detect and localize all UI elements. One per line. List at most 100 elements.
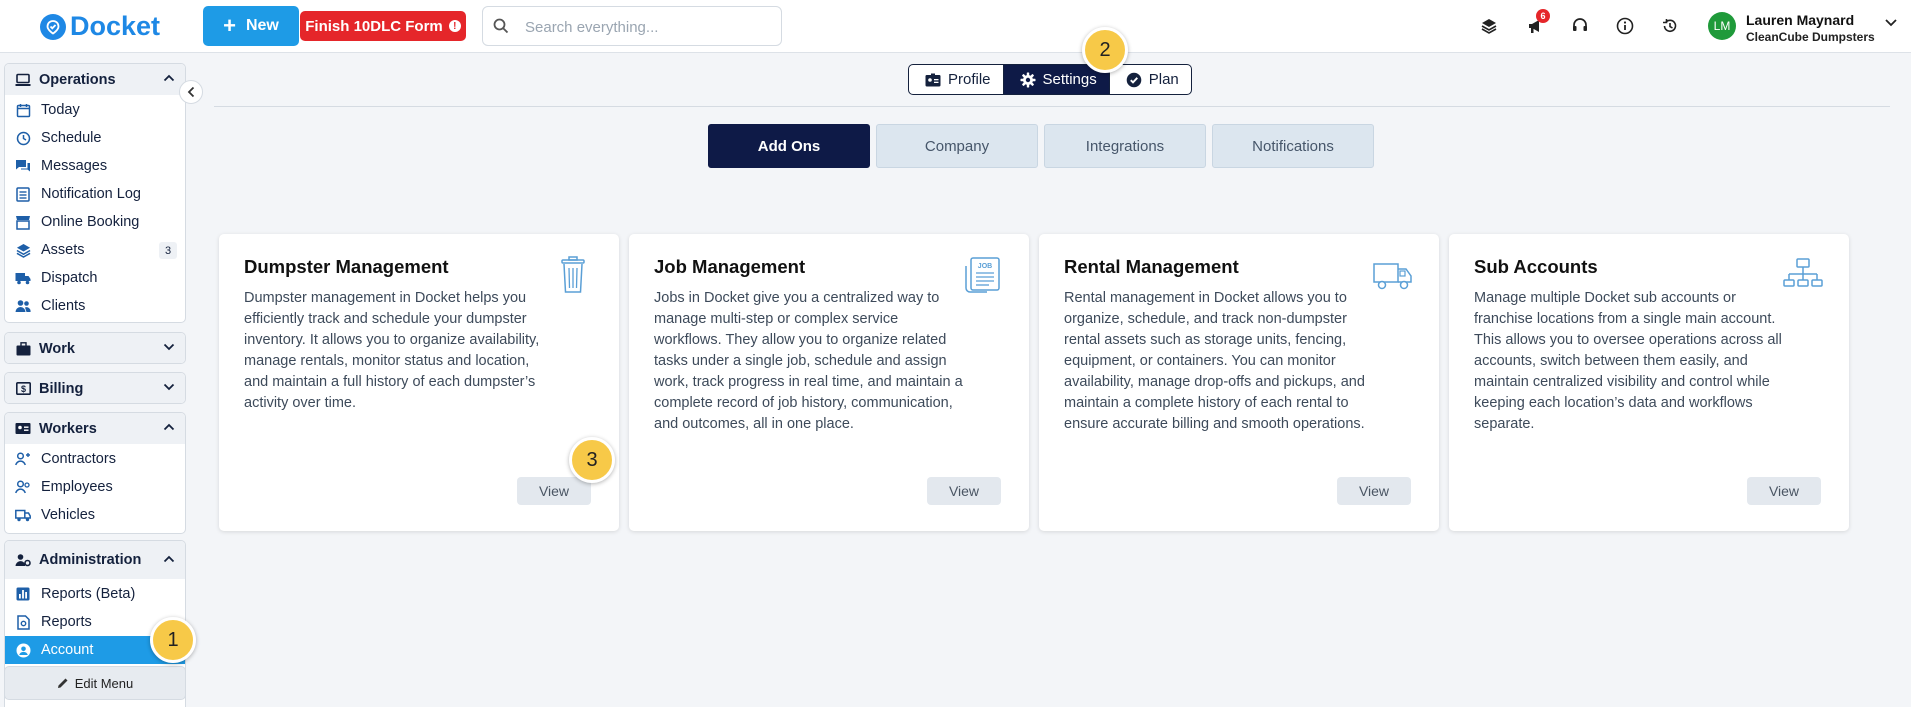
card-description: Dumpster management in Docket helps you … — [244, 290, 540, 411]
sidebar-item-employees[interactable]: Employees — [5, 473, 185, 501]
calendar-icon — [15, 102, 31, 118]
id-badge-icon — [925, 73, 941, 86]
bar-chart-icon — [15, 586, 31, 602]
sidebar-item-label: Clients — [41, 298, 86, 314]
user-org: CleanCube Dumpsters — [1746, 30, 1875, 44]
sidebar-item-label: Employees — [41, 479, 113, 495]
search-icon — [493, 18, 509, 34]
view-button[interactable]: View — [927, 477, 1001, 505]
sidebar-item-label: Online Booking — [41, 214, 140, 230]
chevron-down-icon — [163, 343, 175, 351]
info-icon[interactable] — [1614, 15, 1636, 37]
sidebar-item-assets[interactable]: Assets 3 — [5, 236, 185, 264]
sidebar-item-schedule[interactable]: Schedule — [5, 124, 185, 152]
edit-menu-button[interactable]: Edit Menu — [4, 666, 186, 700]
contractor-icon — [15, 451, 31, 467]
sidebar-item-reports-beta[interactable]: Reports (Beta) — [5, 580, 185, 608]
sidebar-section-workers: Workers Contractors Employees Vehicles — [4, 412, 186, 534]
laptop-icon — [15, 72, 31, 88]
tab-plan[interactable]: Plan — [1110, 65, 1191, 94]
sidebar-item-messages[interactable]: Messages — [5, 152, 185, 180]
tab-divider — [214, 106, 1890, 107]
sidebar: Operations Today Schedule Messages Notif… — [0, 53, 191, 707]
card-description: Rental management in Docket allows you t… — [1064, 290, 1365, 432]
clock-icon — [15, 130, 31, 146]
sidebar-item-notification-log[interactable]: Notification Log — [5, 180, 185, 208]
new-button[interactable]: + New — [203, 6, 299, 46]
gear-icon — [1020, 72, 1036, 87]
view-button[interactable]: View — [1747, 477, 1821, 505]
docket-logo-icon — [40, 13, 66, 40]
chevron-left-icon — [187, 86, 195, 98]
id-card-icon — [15, 421, 31, 437]
sidebar-item-clients[interactable]: Clients — [5, 292, 185, 320]
chevron-down-icon[interactable] — [1884, 18, 1898, 28]
sidebar-item-vehicles[interactable]: Vehicles — [5, 501, 185, 529]
truck-icon — [15, 507, 31, 523]
support-headset-icon[interactable] — [1569, 15, 1591, 37]
step-marker-1: 1 — [150, 617, 196, 663]
sidebar-heading-label: Billing — [39, 380, 84, 397]
tab-settings-label: Settings — [1042, 71, 1097, 88]
chevron-down-icon — [163, 383, 175, 391]
sidebar-section-work[interactable]: Work — [4, 332, 186, 364]
storefront-icon — [15, 214, 31, 230]
sidebar-item-label: Assets — [41, 242, 85, 258]
subtab-integrations[interactable]: Integrations — [1044, 124, 1206, 168]
sidebar-heading-label: Operations — [39, 71, 116, 88]
notification-count-badge: 6 — [1536, 9, 1550, 23]
sidebar-heading-label: Workers — [39, 420, 97, 437]
chat-icon — [15, 158, 31, 174]
sidebar-item-label: Vehicles — [41, 507, 96, 523]
sidebar-item-today[interactable]: Today — [5, 96, 185, 124]
sidebar-item-label: Reports — [41, 614, 92, 630]
sidebar-heading-work[interactable]: Work — [5, 333, 185, 363]
sidebar-heading-billing[interactable]: $ Billing — [5, 373, 185, 403]
pencil-icon — [57, 678, 68, 688]
new-button-label: New — [245, 17, 279, 34]
sidebar-item-online-booking[interactable]: Online Booking — [5, 208, 185, 236]
list-icon — [15, 186, 31, 202]
sidebar-section-billing[interactable]: $ Billing — [4, 372, 186, 404]
tab-profile-label: Profile — [948, 71, 991, 88]
brand-name: Docket — [70, 11, 161, 41]
view-button[interactable]: View — [1337, 477, 1411, 505]
sidebar-heading-operations[interactable]: Operations — [5, 64, 185, 95]
docket-logo[interactable]: Docket — [40, 11, 160, 42]
subtab-notifications[interactable]: Notifications — [1212, 124, 1374, 168]
tab-profile[interactable]: Profile — [909, 65, 1004, 94]
subtab-company[interactable]: Company — [876, 124, 1038, 168]
addon-card-sub-accounts: Sub Accounts Manage multiple Docket sub … — [1449, 234, 1849, 531]
user-avatar[interactable]: LM — [1708, 12, 1736, 40]
chevron-up-icon — [163, 74, 175, 82]
truck-icon — [1373, 263, 1412, 290]
sidebar-item-label: Schedule — [41, 130, 102, 146]
sidebar-item-dispatch[interactable]: Dispatch — [5, 264, 185, 292]
employees-icon — [15, 479, 31, 495]
sidebar-heading-administration[interactable]: Administration — [5, 541, 185, 579]
user-name[interactable]: Lauren Maynard — [1746, 12, 1854, 28]
subtab-add-ons[interactable]: Add Ons — [708, 124, 870, 168]
finish-10dlc-form-label: Finish 10DLC Form — [305, 17, 443, 35]
view-button[interactable]: View — [517, 477, 591, 505]
tab-plan-label: Plan — [1148, 71, 1179, 88]
settings-subtabs: Add Ons Company Integrations Notificatio… — [708, 124, 1374, 168]
addon-card-job-management: Job Management JOB Jobs in Docket give y… — [629, 234, 1029, 531]
chevron-up-icon — [163, 555, 175, 563]
sidebar-section-operations: Operations Today Schedule Messages Notif… — [4, 63, 186, 323]
collapse-sidebar-button[interactable] — [179, 80, 203, 104]
search-input[interactable] — [525, 16, 765, 38]
layers-icon[interactable] — [1478, 15, 1500, 37]
svg-text:$: $ — [20, 384, 25, 394]
svg-text:JOB: JOB — [978, 263, 992, 270]
sidebar-item-contractors[interactable]: Contractors — [5, 445, 185, 473]
addon-card-dumpster-management: Dumpster Management Dumpster management … — [219, 234, 619, 531]
card-title: Sub Accounts — [1474, 256, 1598, 277]
card-title: Job Management — [654, 256, 806, 277]
sidebar-item-label: Notification Log — [41, 186, 141, 202]
finish-10dlc-form-button[interactable]: Finish 10DLC Form ! — [300, 11, 466, 41]
history-icon[interactable] — [1659, 15, 1681, 37]
trash-bin-icon — [561, 256, 585, 293]
sidebar-heading-workers[interactable]: Workers — [5, 413, 185, 444]
verified-badge-icon — [1126, 72, 1142, 87]
